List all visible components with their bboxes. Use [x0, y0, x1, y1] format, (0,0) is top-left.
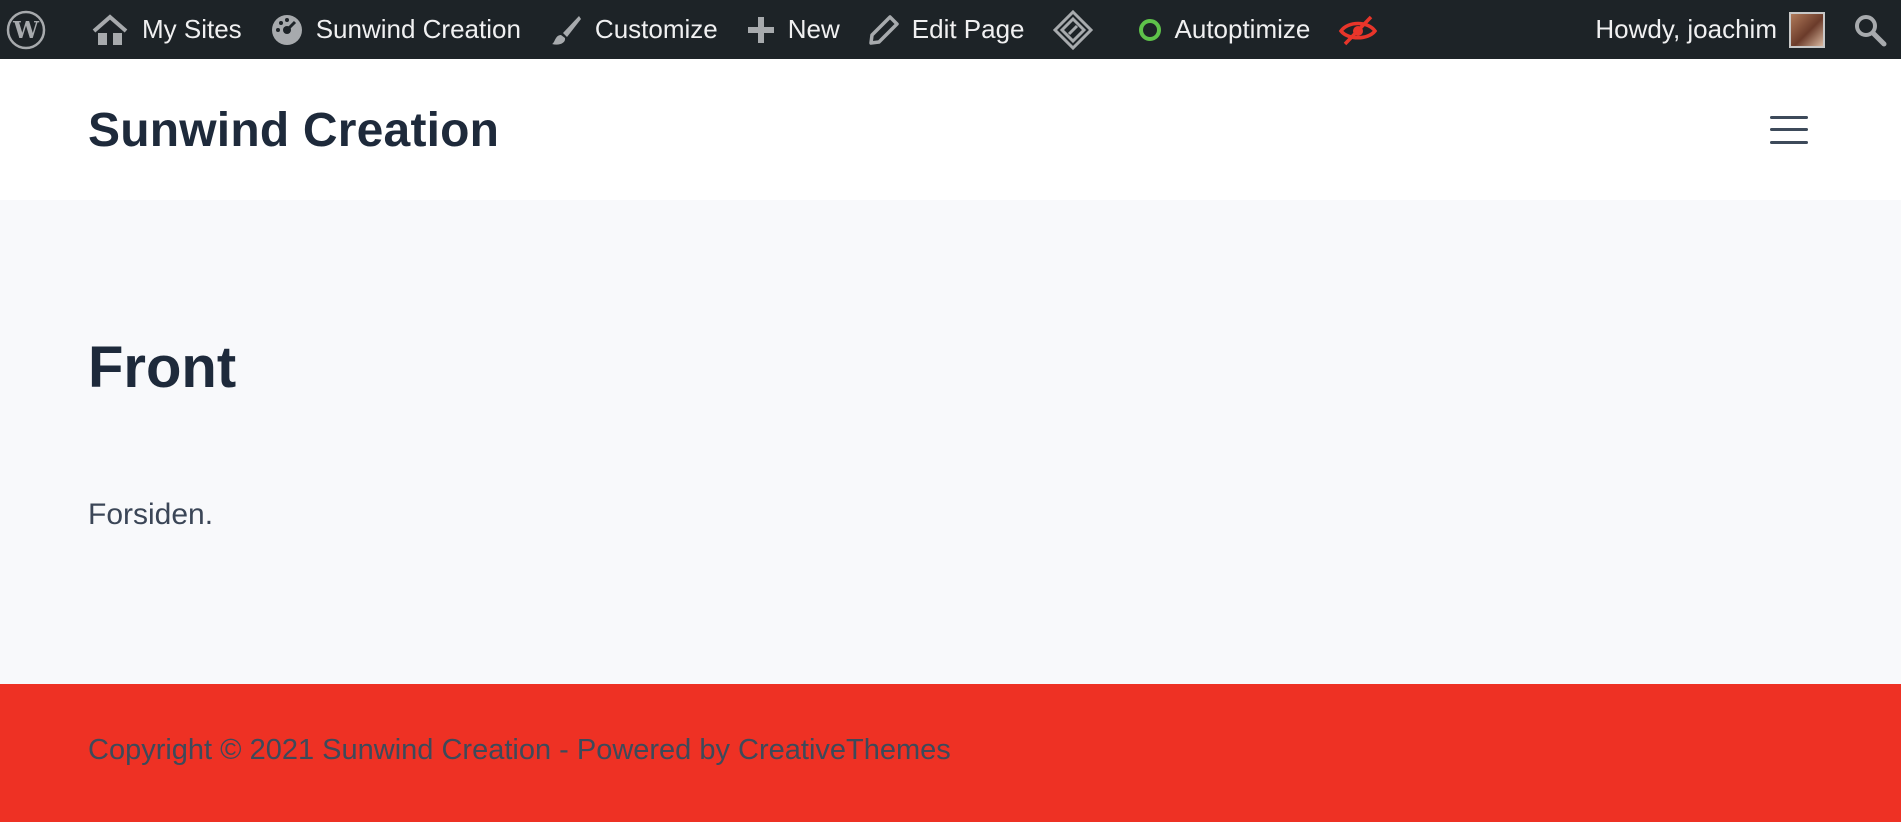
customize-button[interactable]: Customize	[535, 0, 732, 59]
hidden-eye-button[interactable]	[1324, 0, 1392, 59]
admin-bar-secondary: Howdy, joachim	[1581, 0, 1901, 59]
wordpress-logo-button[interactable]: W	[0, 0, 60, 59]
search-icon	[1853, 13, 1887, 47]
hamburger-line	[1770, 141, 1808, 144]
hamburger-line	[1770, 128, 1808, 131]
my-sites-menu[interactable]: My Sites	[60, 0, 256, 59]
page-body-text: Forsiden.	[88, 498, 214, 531]
wordpress-logo-icon: W	[6, 10, 46, 50]
new-label: New	[787, 14, 840, 44]
autoptimize-label: Autoptimize	[1174, 14, 1311, 44]
pencil-icon	[868, 14, 900, 46]
svg-text:W: W	[12, 17, 40, 44]
dashboard-icon	[270, 13, 304, 47]
site-header: Sunwind Creation	[0, 59, 1901, 200]
customize-label: Customize	[594, 14, 718, 44]
search-button[interactable]	[1839, 0, 1901, 59]
paintbrush-icon	[549, 13, 583, 47]
page-title: Front	[88, 335, 237, 400]
howdy-label: Howdy, joachim	[1595, 14, 1777, 44]
plus-icon	[746, 15, 776, 45]
site-footer: Copyright © 2021 Sunwind Creation - Powe…	[0, 684, 1901, 822]
diamond-icon	[1052, 9, 1093, 50]
edit-page-label: Edit Page	[911, 14, 1025, 44]
new-content-menu[interactable]: New	[732, 0, 854, 59]
eye-slash-icon	[1338, 13, 1378, 47]
page-content: Front Forsiden.	[0, 200, 1901, 684]
hamburger-line	[1770, 116, 1808, 119]
plugin-diamond-button[interactable]	[1039, 0, 1107, 59]
admin-bar: W My Sites Sunwind Creation Customize Ne…	[0, 0, 1901, 59]
site-title-link[interactable]: Sunwind Creation	[88, 103, 499, 158]
autoptimize-menu[interactable]: Autoptimize	[1107, 0, 1325, 59]
site-name-menu[interactable]: Sunwind Creation	[256, 0, 535, 59]
avatar	[1789, 11, 1825, 48]
my-sites-label: My Sites	[142, 14, 242, 44]
status-circle-icon	[1137, 17, 1163, 43]
my-sites-icon	[90, 13, 130, 47]
copyright-text: Copyright © 2021 Sunwind Creation - Powe…	[88, 734, 951, 766]
hamburger-menu-icon[interactable]	[1770, 113, 1808, 147]
my-account-menu[interactable]: Howdy, joachim	[1581, 0, 1839, 59]
edit-page-button[interactable]: Edit Page	[854, 0, 1039, 59]
site-name-label: Sunwind Creation	[315, 14, 521, 44]
